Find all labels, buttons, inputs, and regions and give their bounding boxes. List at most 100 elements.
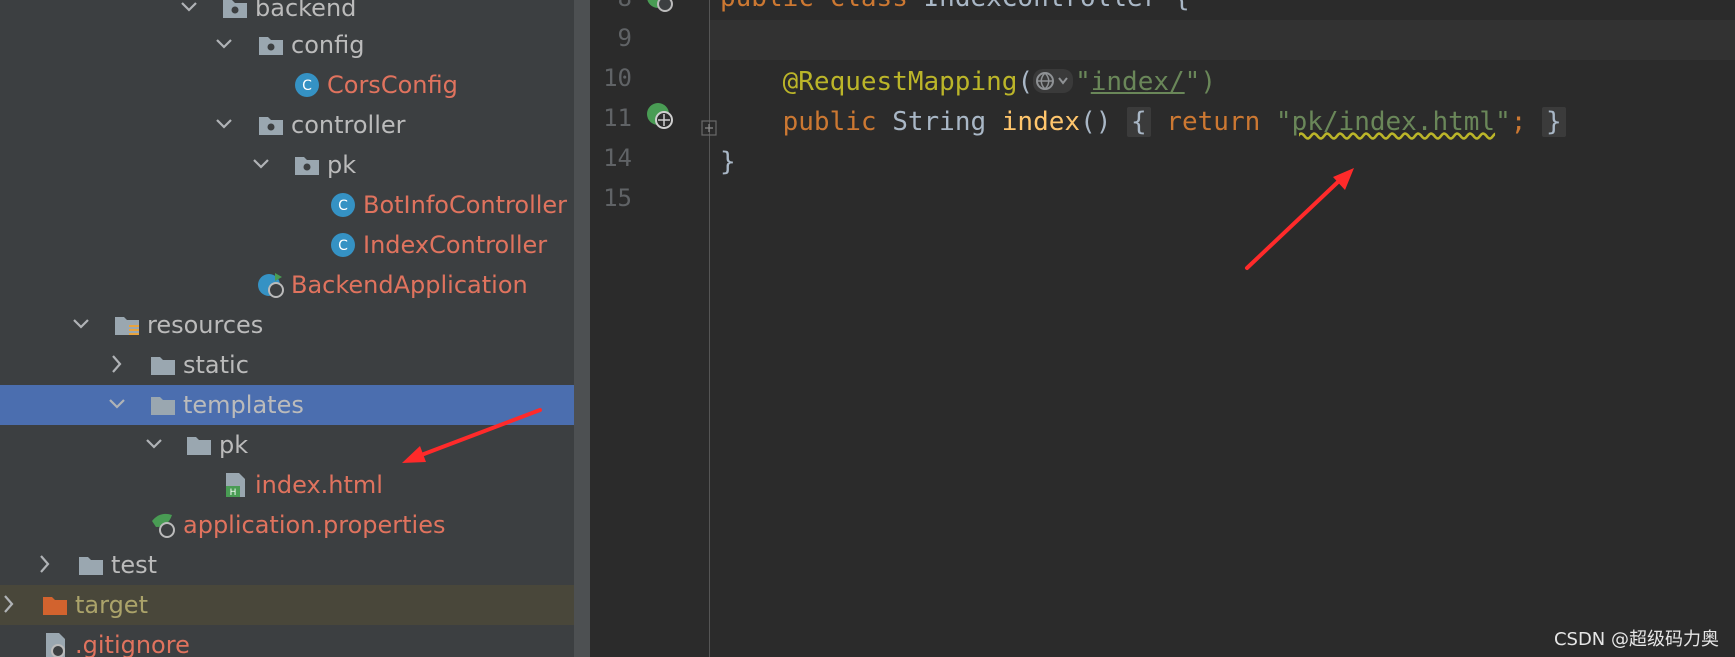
tree-item-backendapplication[interactable]: BackendApplication — [0, 265, 591, 305]
chevron-down-icon[interactable] — [252, 152, 270, 176]
tree-item-label: CorsConfig — [327, 71, 458, 99]
tree-item-label: index.html — [255, 471, 383, 499]
folder-icon — [185, 431, 213, 459]
code-editor[interactable]: 8 9 10 11 14 15 public class IndexContro… — [592, 0, 1735, 657]
tree-item-label: pk — [327, 151, 357, 179]
tree-item-static[interactable]: static — [0, 345, 591, 385]
chevron-down-icon[interactable] — [215, 32, 233, 56]
code-line-8: public class IndexController { — [720, 0, 1190, 14]
package-icon — [221, 0, 249, 22]
chevron-down-icon[interactable] — [145, 432, 163, 456]
tree-item-botinfocontroller[interactable]: C BotInfoController — [0, 185, 591, 225]
tree-item-templates[interactable]: templates — [0, 385, 591, 425]
chevron-down-icon[interactable] — [72, 312, 90, 336]
folded-brace[interactable]: } — [1542, 107, 1566, 137]
tree-item-label: .gitignore — [75, 631, 190, 657]
tree-item-pk[interactable]: pk — [0, 145, 591, 185]
tree-item-label: application.properties — [183, 511, 446, 539]
tree-item-pk[interactable]: pk — [0, 425, 591, 465]
tree-item-corsconfig[interactable]: C CorsConfig — [0, 65, 591, 105]
spring-boot-app-icon — [257, 271, 285, 299]
tree-item-resources[interactable]: resources — [0, 305, 591, 345]
tree-scrollbar[interactable] — [574, 0, 590, 657]
project-tree-panel: backend config C CorsConfig controller pk C Bot… — [0, 0, 591, 657]
code-line-11: public String index() { return "pk/index… — [720, 106, 1566, 138]
package-icon — [293, 151, 321, 179]
chevron-right-icon[interactable] — [0, 592, 18, 616]
java-class-icon: C — [293, 71, 321, 99]
tree-item-index-html[interactable]: Hindex.html — [0, 465, 591, 505]
code-keyword: class — [830, 0, 908, 13]
package-icon — [257, 31, 285, 59]
gutter-divider — [709, 0, 710, 657]
code-brace: } — [720, 147, 736, 177]
tree-item-label: templates — [183, 391, 304, 419]
svg-text:C: C — [338, 238, 348, 254]
code-keyword: public — [720, 0, 814, 13]
tree-item-gitignore[interactable]: .gitignore — [0, 625, 591, 657]
gitignore-icon — [41, 631, 69, 657]
code-parens: () — [1080, 107, 1112, 137]
chevron-right-icon[interactable] — [36, 552, 54, 576]
line-number: 11 — [603, 104, 632, 132]
tree-item-application-properties[interactable]: application.properties — [0, 505, 591, 545]
line-number: 15 — [603, 184, 632, 212]
tree-item-backend[interactable]: backend — [0, 0, 591, 28]
line-number: 10 — [603, 64, 632, 92]
java-class-icon: C — [329, 191, 357, 219]
code-type: String — [892, 107, 987, 137]
code-quote: " — [1495, 107, 1511, 137]
tree-item-label: target — [75, 591, 148, 619]
chevron-down-icon[interactable] — [108, 392, 126, 416]
code-line-14: } — [720, 146, 736, 178]
code-paren: ( — [1017, 67, 1034, 97]
folder-icon — [77, 551, 105, 579]
code-keyword: return — [1166, 107, 1261, 137]
spring-bean-gutter-icon[interactable] — [645, 0, 675, 14]
code-url-string[interactable]: index/ — [1091, 67, 1185, 97]
globe-url-icon[interactable] — [1033, 69, 1074, 93]
resources-folder-icon — [113, 311, 141, 339]
tree-item-label: config — [291, 31, 365, 59]
tree-item-controller[interactable]: controller — [0, 105, 591, 145]
current-line-highlight — [710, 20, 1735, 60]
code-brace: { — [1174, 0, 1190, 13]
excluded-folder-icon — [41, 591, 69, 619]
tree-item-label: IndexController — [363, 231, 548, 259]
tree-item-label: BackendApplication — [291, 271, 528, 299]
code-method-name: index — [1001, 107, 1081, 137]
package-icon — [257, 111, 285, 139]
svg-text:C: C — [302, 78, 312, 94]
code-quote: " — [1275, 107, 1292, 137]
code-semicolon: ; — [1510, 107, 1527, 137]
request-mapping-gutter-icon[interactable] — [645, 101, 675, 131]
folder-icon — [149, 391, 177, 419]
code-close-string: ") — [1184, 67, 1216, 97]
tree-item-label: pk — [219, 431, 249, 459]
line-number: 14 — [603, 144, 632, 172]
tree-item-config[interactable]: config — [0, 25, 591, 65]
tree-item-test[interactable]: test — [0, 545, 591, 585]
tree-item-label: backend — [255, 0, 357, 22]
svg-text:H: H — [230, 488, 237, 498]
fold-toggle-icon[interactable] — [701, 120, 717, 136]
tree-item-indexcontroller[interactable]: C IndexController — [0, 225, 591, 265]
code-keyword: public — [782, 107, 877, 137]
tree-item-label: controller — [291, 111, 406, 139]
chevron-right-icon[interactable] — [108, 352, 126, 376]
chevron-down-icon[interactable] — [180, 0, 198, 19]
java-class-icon: C — [329, 231, 357, 259]
tree-item-target[interactable]: target — [0, 585, 591, 625]
code-string-value[interactable]: pk/index.html — [1292, 107, 1496, 137]
svg-text:C: C — [338, 198, 348, 214]
watermark: CSDN @超级码力奥 — [1553, 629, 1719, 650]
tree-item-label: BotInfoController — [363, 191, 568, 219]
code-line-10: @RequestMapping("index/") — [720, 66, 1216, 98]
chevron-down-icon[interactable] — [215, 112, 233, 136]
line-number: 9 — [617, 24, 632, 52]
html-file-icon: H — [221, 471, 249, 499]
folded-brace[interactable]: { — [1127, 107, 1151, 137]
code-class-name: IndexController — [924, 0, 1159, 13]
code-quote: " — [1075, 67, 1091, 97]
line-number: 8 — [592, 0, 632, 14]
